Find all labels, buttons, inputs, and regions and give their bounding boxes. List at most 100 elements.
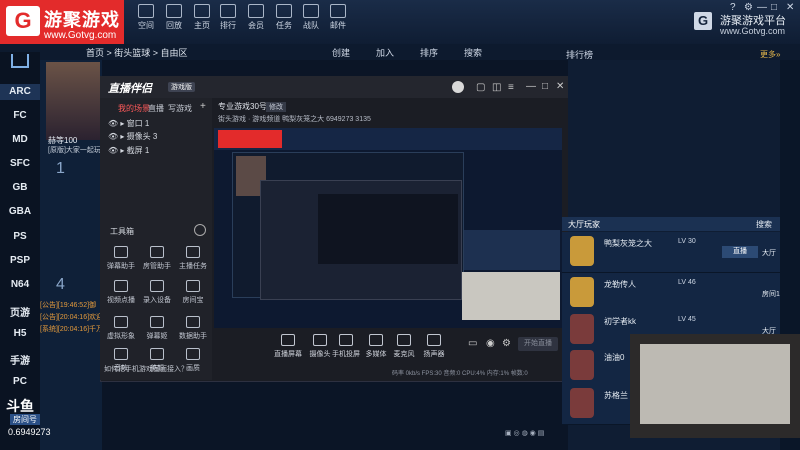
studio-tip[interactable]: 如何把手机游戏画面接入？ bbox=[104, 364, 188, 374]
toolbox-refresh-icon[interactable] bbox=[194, 224, 206, 236]
sidebar-item-n64[interactable]: N64 bbox=[0, 279, 40, 290]
minimize-icon[interactable]: — bbox=[757, 2, 767, 13]
room-number[interactable]: 1 bbox=[56, 160, 65, 178]
rank-icon bbox=[220, 4, 236, 18]
device-icon bbox=[150, 280, 164, 292]
sidebar-item-arc[interactable]: ARC bbox=[0, 84, 40, 100]
scene-item[interactable]: 👁 ▸ 摄像头 3 bbox=[108, 131, 157, 142]
tool-avatar[interactable]: 虚拟形象 bbox=[104, 316, 138, 341]
maximize-icon[interactable]: □ bbox=[771, 2, 777, 13]
nav-rank[interactable]: 排行 bbox=[214, 4, 242, 31]
avatar-icon bbox=[114, 316, 128, 328]
join-button[interactable]: 加入 bbox=[376, 46, 394, 59]
room-id-label: 房间号 bbox=[10, 414, 40, 425]
tool-danmaku-ji[interactable]: 弹幕姬 bbox=[140, 316, 174, 341]
brand-g-icon: G bbox=[6, 6, 40, 36]
streamer-avatar[interactable] bbox=[46, 62, 100, 140]
skin-icon[interactable]: ◫ bbox=[492, 82, 501, 93]
brand-name: 游聚游戏 bbox=[44, 10, 120, 30]
tool-video-vod[interactable]: 视频点播 bbox=[104, 280, 138, 305]
hall-search-button[interactable]: 搜索 bbox=[756, 219, 772, 230]
help-icon[interactable]: ? bbox=[730, 2, 736, 13]
system-tray: ▣ ◎ ◍ ◉ ▤ bbox=[505, 430, 545, 437]
player-avatar bbox=[570, 350, 594, 380]
ranking-more-link[interactable]: 更多» bbox=[760, 49, 780, 60]
sidebar-item-sfc[interactable]: SFC bbox=[0, 158, 40, 169]
team-icon bbox=[303, 4, 319, 18]
breadcrumb[interactable]: 首页 > 街头篮球 > 自由区 bbox=[86, 46, 188, 59]
screen-capture-button[interactable]: 直播屏幕 bbox=[270, 334, 306, 359]
nav-mail[interactable]: 邮件 bbox=[324, 4, 352, 31]
nav-replay[interactable]: 回放 bbox=[160, 4, 188, 31]
sidebar-item-gba[interactable]: GBA bbox=[0, 206, 40, 217]
player-row[interactable]: 鸭梨灰笼之大 LV 30 直播 大厅 bbox=[562, 232, 780, 273]
user-avatar[interactable] bbox=[452, 81, 464, 93]
live-badge[interactable]: 直播 bbox=[722, 246, 758, 258]
speaker-button[interactable]: 扬声器 bbox=[416, 334, 452, 359]
tool-room-manager[interactable]: 房管助手 bbox=[140, 246, 174, 271]
studio-close-icon[interactable]: ✕ bbox=[556, 81, 564, 92]
nav-task[interactable]: 任务 bbox=[270, 4, 298, 31]
webcam-overlay bbox=[630, 334, 800, 438]
edit-title-button[interactable]: 修改 bbox=[266, 102, 286, 112]
sidebar-item-gb[interactable]: GB bbox=[0, 182, 40, 193]
settings-icon[interactable]: ⚙ bbox=[744, 2, 753, 13]
create-button[interactable]: 创建 bbox=[332, 46, 350, 59]
player-row[interactable]: 龙勒传人 LV 46 房间1 bbox=[562, 273, 780, 314]
sidebar-item-md[interactable]: MD bbox=[0, 134, 40, 145]
douyu-logo: 斗鱼 bbox=[6, 398, 34, 414]
log-line: [公告][19:46:52]御 bbox=[40, 302, 97, 309]
sidebar-item-webgame[interactable]: 页游 bbox=[0, 304, 40, 319]
nested-player-list bbox=[464, 230, 560, 270]
sort-button[interactable]: 排序 bbox=[420, 46, 438, 59]
sidebar-item-h5[interactable]: H5 bbox=[0, 328, 40, 339]
nav-space[interactable]: 空间 bbox=[132, 4, 160, 31]
nav-team[interactable]: 战队 bbox=[297, 4, 325, 31]
tool-data-helper[interactable]: 数据助手 bbox=[176, 316, 210, 341]
menu-icon[interactable]: ≡ bbox=[508, 82, 514, 93]
room-title: 专业游戏30号1 bbox=[218, 102, 272, 111]
scene-item[interactable]: 👁 ▸ 窗口 1 bbox=[108, 118, 149, 129]
player-avatar bbox=[570, 277, 594, 307]
tool-room-treasure[interactable]: 房间宝 bbox=[176, 280, 210, 305]
room-number[interactable]: 4 bbox=[56, 276, 65, 294]
log-line: [系统][20:04:16]千万 bbox=[40, 326, 104, 333]
studio-maximize-icon[interactable]: □ bbox=[542, 81, 548, 92]
sidebar-item-fc[interactable]: FC bbox=[0, 110, 40, 121]
tab-game[interactable]: 写游戏 bbox=[168, 103, 192, 114]
speaker-icon bbox=[427, 334, 441, 346]
sound-icon bbox=[114, 348, 128, 360]
tab-live[interactable]: 直播 bbox=[148, 103, 164, 114]
sidebar-item-pc[interactable]: PC bbox=[0, 376, 40, 387]
task-icon bbox=[186, 246, 200, 258]
nav-member[interactable]: 会员 bbox=[242, 4, 270, 31]
studio-minimize-icon[interactable]: — bbox=[526, 81, 536, 92]
treasure-icon bbox=[186, 280, 200, 292]
studio-logo: 直播伴侣 bbox=[108, 83, 152, 95]
player-avatar bbox=[570, 388, 594, 418]
room-caption: [原版]大家一起玩 bbox=[48, 147, 101, 154]
log-line: [公告][20:04:16]欢迎 bbox=[40, 314, 104, 321]
sidebar-item-psp[interactable]: PSP bbox=[0, 255, 40, 266]
camera-icon bbox=[313, 334, 327, 346]
tool-input-device[interactable]: 录入设备 bbox=[140, 280, 174, 305]
scene-item[interactable]: 👁 ▸ 截屏 1 bbox=[108, 145, 149, 156]
sidebar-item-ps[interactable]: PS bbox=[0, 231, 40, 242]
player-avatar bbox=[570, 236, 594, 266]
search-button[interactable]: 搜索 bbox=[464, 46, 482, 59]
platform-g-icon: G bbox=[694, 12, 712, 30]
danmaku-icon bbox=[114, 246, 128, 258]
start-live-button[interactable]: 开始直播 bbox=[518, 337, 558, 351]
message-icon[interactable]: ▢ bbox=[476, 82, 485, 93]
preview-icon[interactable]: ◉ bbox=[486, 338, 495, 349]
tab-scenes[interactable]: 我的场景 bbox=[118, 103, 150, 114]
settings-gear-icon[interactable]: ⚙ bbox=[502, 338, 511, 349]
sidebar-item-mobile[interactable]: 手游 bbox=[0, 352, 40, 367]
tool-danmaku-helper[interactable]: 弹幕助手 bbox=[104, 246, 138, 271]
close-icon[interactable]: ✕ bbox=[786, 2, 794, 13]
add-scene-icon[interactable]: + bbox=[200, 101, 206, 112]
record-icon[interactable]: ▭ bbox=[468, 338, 477, 349]
home-icon[interactable] bbox=[11, 54, 29, 68]
tool-host-task[interactable]: 主播任务 bbox=[176, 246, 210, 271]
nav-home[interactable]: 主页 bbox=[188, 4, 216, 31]
